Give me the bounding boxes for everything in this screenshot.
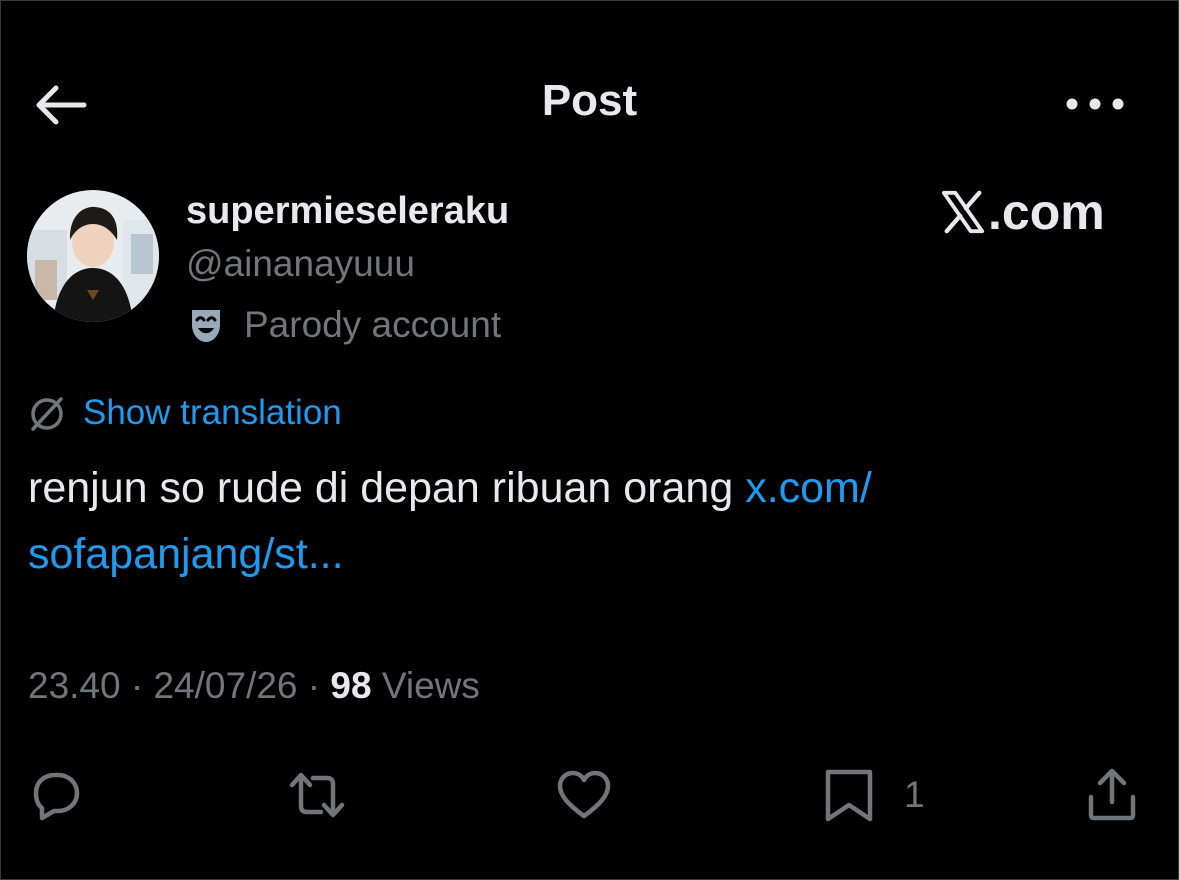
more-dots-icon <box>1066 98 1124 110</box>
theater-mask-icon <box>192 310 220 342</box>
site-label: .com <box>988 184 1105 240</box>
translate-icon <box>31 397 63 431</box>
post-body: renjun so rude di depan ribuan orang x.c… <box>28 455 1148 587</box>
user-handle[interactable]: @ainanayuuu <box>186 243 415 285</box>
bookmark-count: 1 <box>904 774 925 815</box>
share-button[interactable] <box>1083 760 1141 830</box>
post-time[interactable]: 23.40 <box>28 665 121 706</box>
x-logo-icon <box>941 190 985 234</box>
repost-button[interactable] <box>288 760 346 830</box>
repost-icon <box>289 772 345 818</box>
parody-badge: Parody account <box>186 302 501 348</box>
parody-label: Parody account <box>244 304 502 345</box>
bookmark-button[interactable]: 1 <box>820 760 925 830</box>
post-text: renjun so rude di depan ribuan orang <box>28 464 746 512</box>
heart-icon <box>557 770 611 819</box>
views-count: 98 <box>330 665 372 706</box>
more-options-button[interactable] <box>1060 86 1130 122</box>
action-bar: 1 <box>0 760 1179 830</box>
show-translation-label: Show translation <box>83 393 342 432</box>
reply-icon <box>33 772 80 821</box>
post-date[interactable]: 24/07/26 <box>153 665 297 706</box>
like-button[interactable] <box>555 760 613 830</box>
views-label: Views <box>371 665 480 706</box>
post-meta: 23.40 · 24/07/26 · 98 Views <box>28 665 480 707</box>
bookmark-icon <box>825 769 873 822</box>
meta-separator: · <box>120 665 154 706</box>
meta-separator: · <box>297 665 331 706</box>
avatar-photo <box>27 190 159 322</box>
avatar[interactable] <box>27 190 159 322</box>
page-title: Post <box>541 76 638 125</box>
post-link-part2[interactable]: sofapanjang/st... <box>28 530 344 578</box>
show-translation-button[interactable]: Show translation <box>27 390 342 436</box>
post-link-part1[interactable]: x.com/ <box>745 464 872 512</box>
top-bar: Post <box>0 60 1179 150</box>
share-icon <box>1088 768 1136 821</box>
reply-button[interactable] <box>27 760 85 830</box>
display-name[interactable]: supermieseleraku <box>186 190 509 233</box>
x-com-logo: .com <box>940 182 1105 242</box>
